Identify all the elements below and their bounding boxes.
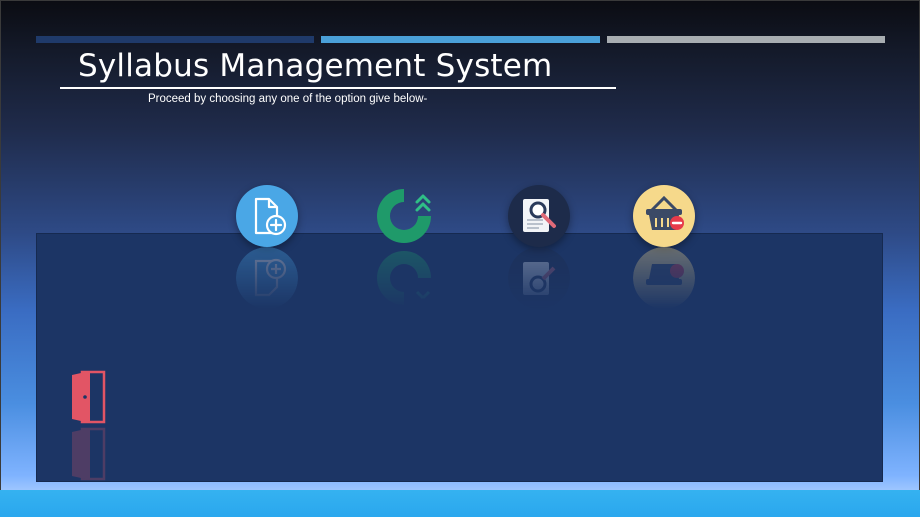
update-syllabus-button[interactable] <box>373 185 435 247</box>
remove-basket-icon-reflection <box>633 247 695 309</box>
page-subtitle: Proceed by choosing any one of the optio… <box>148 93 428 105</box>
update-progress-icon-reflection <box>373 247 435 309</box>
search-syllabus-button[interactable] <box>508 185 570 247</box>
add-document-icon-reflection <box>236 247 298 309</box>
exit-door-icon-reflection <box>70 426 106 482</box>
content-panel <box>36 233 883 482</box>
add-syllabus-button[interactable] <box>236 185 298 247</box>
exit-button[interactable] <box>70 369 106 425</box>
search-document-icon-reflection <box>508 247 570 309</box>
remove-basket-icon <box>633 185 695 247</box>
title-underline <box>60 87 616 89</box>
add-document-icon <box>236 185 298 247</box>
header-stripe-3 <box>607 36 885 43</box>
update-progress-icon <box>377 189 431 243</box>
header-stripe-1 <box>36 36 314 43</box>
page-title: Syllabus Management System <box>78 48 553 84</box>
exit-door-icon <box>72 370 106 424</box>
header-stripe-2 <box>321 36 600 43</box>
search-document-icon <box>508 185 570 247</box>
bottom-bar <box>0 490 920 517</box>
delete-syllabus-button[interactable] <box>633 185 695 247</box>
